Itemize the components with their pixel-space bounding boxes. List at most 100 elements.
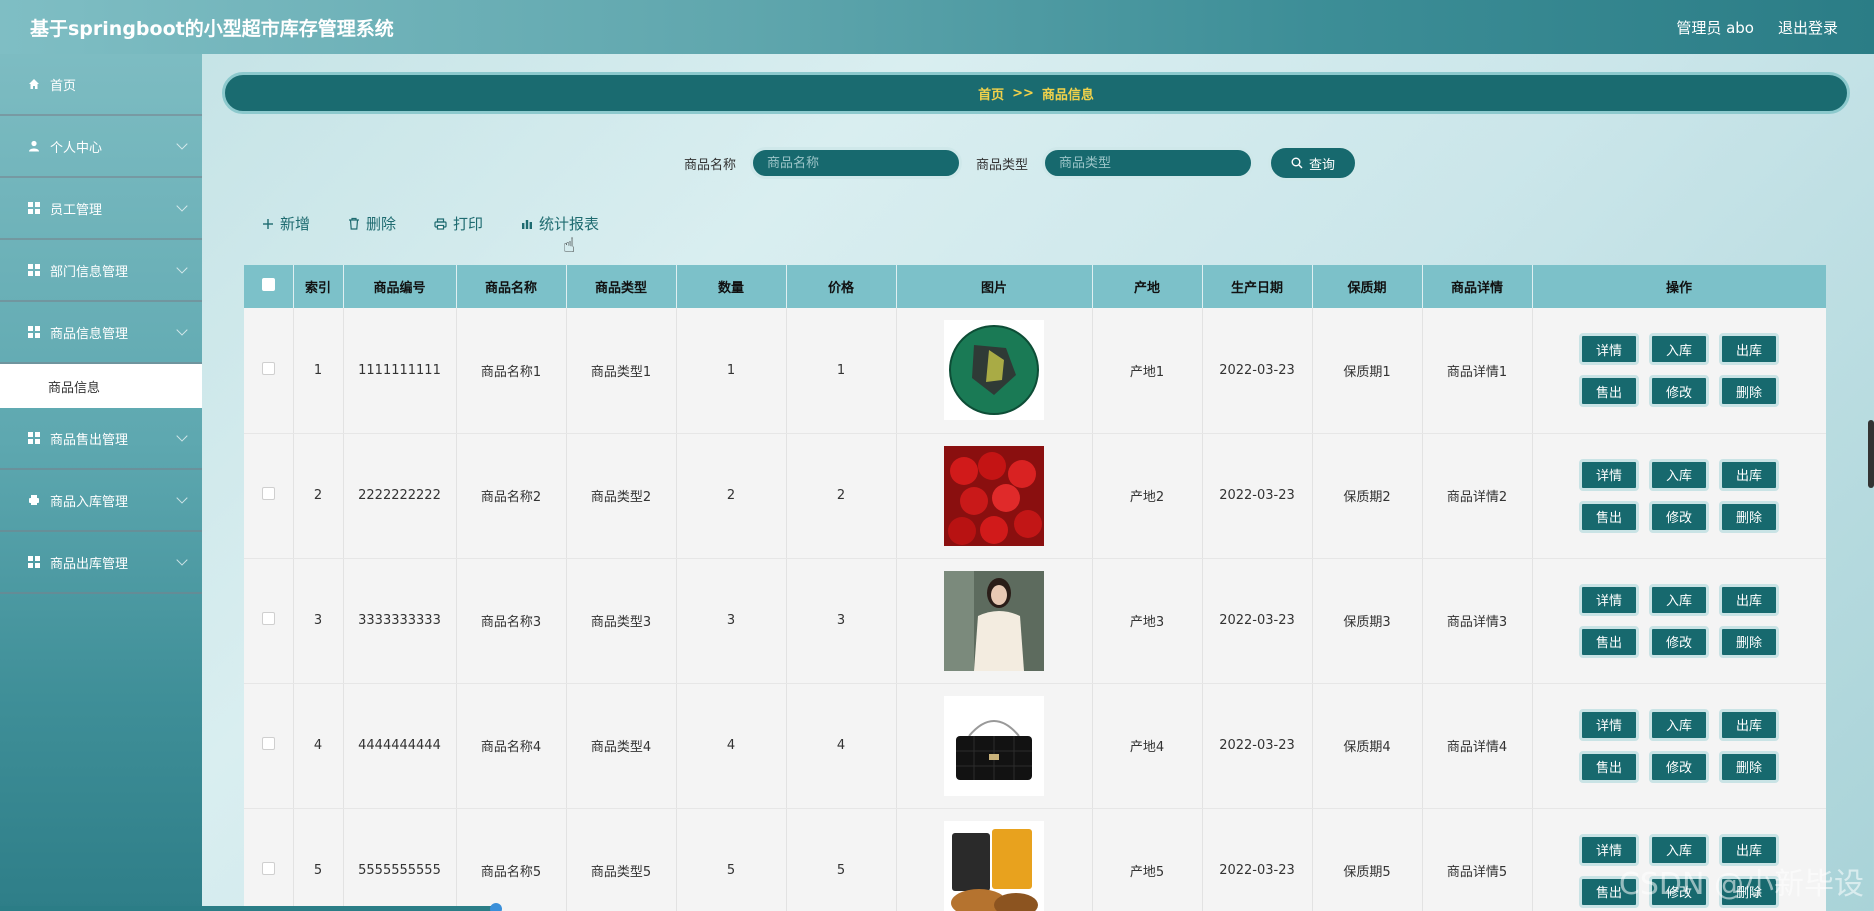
cell-origin: 产地5 (1092, 808, 1203, 911)
row-checkbox[interactable] (244, 808, 294, 911)
product-type-input[interactable] (1042, 147, 1255, 179)
detail-button[interactable]: 详情 (1579, 708, 1639, 741)
sidebar-item-personal-center[interactable]: 个人中心 (0, 116, 202, 178)
sell-button[interactable]: 售出 (1579, 375, 1639, 408)
row-checkbox[interactable] (244, 308, 294, 434)
detail-button[interactable]: 详情 (1579, 333, 1639, 366)
stock-out-button[interactable]: 出库 (1719, 583, 1779, 616)
sidebar-item-employee[interactable]: 员工管理 (0, 178, 202, 240)
chevron-down-icon (176, 262, 188, 274)
cell-price: 2 (786, 433, 897, 559)
sidebar-item-product-info[interactable]: 商品信息管理 (0, 302, 202, 364)
cell-date: 2022-03-23 (1202, 433, 1313, 559)
cell-index: 4 (293, 683, 344, 809)
table-header-row: 索引 商品编号 商品名称 商品类型 数量 价格 图片 产地 生产日期 保质期 商… (244, 265, 1826, 308)
sidebar-item-label: 部门信息管理 (50, 264, 129, 280)
cell-detail: 商品详情3 (1422, 558, 1533, 684)
cell-ops: 详情 入库 出库 售出 修改 删除 (1532, 308, 1826, 434)
sell-button[interactable]: 售出 (1579, 500, 1639, 533)
column-header: 图片 (896, 265, 1093, 308)
cell-price: 4 (786, 683, 897, 809)
column-header: 生产日期 (1202, 265, 1313, 308)
cell-qty: 4 (676, 683, 787, 809)
sidebar-item-label: 商品入库管理 (50, 494, 129, 510)
logout-link[interactable]: 退出登录 (1778, 17, 1838, 38)
app-title: 基于springboot的小型超市库存管理系统 (30, 17, 394, 40)
print-button[interactable]: 打印 (434, 213, 483, 234)
cell-date: 2022-03-23 (1202, 558, 1313, 684)
delete-button[interactable]: 删除 (348, 213, 396, 234)
bar-chart-icon (522, 219, 533, 229)
sidebar-subitem-product-info[interactable]: 商品信息 (0, 364, 202, 408)
horizontal-scrollbar[interactable] (0, 906, 500, 911)
stock-in-button[interactable]: 入库 (1649, 458, 1709, 491)
column-header: 价格 (786, 265, 897, 308)
cell-price: 5 (786, 808, 897, 911)
query-button[interactable]: 查询 (1268, 145, 1359, 181)
delete-row-button[interactable]: 删除 (1719, 500, 1779, 533)
edit-button[interactable]: 修改 (1649, 750, 1709, 783)
column-header: 商品编号 (343, 265, 457, 308)
stock-out-button[interactable]: 出库 (1719, 458, 1779, 491)
table-row: 3 3333333333 商品名称3 商品类型3 3 3 产地3 2022-03… (244, 558, 1826, 684)
cell-ops: 详情 入库 出库 售出 修改 删除 (1532, 683, 1826, 809)
row-checkbox[interactable] (244, 683, 294, 809)
sell-button[interactable]: 售出 (1579, 625, 1639, 658)
add-button[interactable]: 新增 (262, 213, 310, 234)
edit-button[interactable]: 修改 (1649, 375, 1709, 408)
sidebar-item-department[interactable]: 部门信息管理 (0, 240, 202, 302)
detail-button[interactable]: 详情 (1579, 458, 1639, 491)
sidebar: 首页 个人中心 员工管理 部门信息管理 商品信息管理 商品信息 商品售出管理 商… (0, 54, 202, 911)
sidebar-item-stock-out[interactable]: 商品出库管理 (0, 532, 202, 594)
row-checkbox[interactable] (244, 558, 294, 684)
trash-icon (349, 217, 360, 230)
stock-in-button[interactable]: 入库 (1649, 583, 1709, 616)
delete-row-button[interactable]: 删除 (1719, 625, 1779, 658)
header-user-area: 管理员 abo 退出登录 (1676, 17, 1838, 38)
vertical-scrollbar[interactable] (1868, 420, 1874, 488)
search-bar: 商品名称 商品类型 查询 (684, 145, 1359, 181)
action-toolbar: 新增 删除 打印 统计报表 (262, 213, 599, 234)
cell-qty: 3 (676, 558, 787, 684)
edit-button[interactable]: 修改 (1649, 500, 1709, 533)
cell-type: 商品类型1 (566, 308, 677, 434)
product-image-snacks (944, 820, 1044, 911)
delete-row-button[interactable]: 删除 (1719, 375, 1779, 408)
cell-qty: 5 (676, 808, 787, 911)
breadcrumb-home[interactable]: 首页 (978, 84, 1004, 103)
sidebar-item-home[interactable]: 首页 (0, 54, 202, 116)
cell-origin: 产地4 (1092, 683, 1203, 809)
cell-index: 5 (293, 808, 344, 911)
chevron-down-icon (176, 554, 188, 566)
cell-type: 商品类型3 (566, 558, 677, 684)
product-name-input[interactable] (750, 147, 963, 179)
stock-out-button[interactable]: 出库 (1719, 708, 1779, 741)
sidebar-item-sales[interactable]: 商品售出管理 (0, 408, 202, 470)
report-button[interactable]: 统计报表 (521, 213, 599, 234)
cell-detail: 商品详情1 (1422, 308, 1533, 434)
home-icon (26, 78, 42, 90)
table-row: 5 5555555555 商品名称5 商品类型5 5 5 产地5 2022-03… (244, 808, 1826, 911)
stock-in-button[interactable]: 入库 (1649, 708, 1709, 741)
detail-button[interactable]: 详情 (1579, 583, 1639, 616)
cell-code: 1111111111 (343, 308, 457, 434)
stock-in-button[interactable]: 入库 (1649, 333, 1709, 366)
edit-button[interactable]: 修改 (1649, 625, 1709, 658)
sell-button[interactable]: 售出 (1579, 750, 1639, 783)
admin-user-label[interactable]: 管理员 abo (1676, 17, 1754, 38)
row-checkbox[interactable] (244, 433, 294, 559)
scroll-handle[interactable] (490, 903, 502, 911)
product-image-football (944, 320, 1044, 421)
cell-ops: 详情 入库 出库 售出 修改 删除 (1532, 558, 1826, 684)
cell-index: 2 (293, 433, 344, 559)
column-header: 产地 (1092, 265, 1203, 308)
product-image-cherries (944, 445, 1044, 546)
delete-row-button[interactable]: 删除 (1719, 750, 1779, 783)
product-table: 索引 商品编号 商品名称 商品类型 数量 价格 图片 产地 生产日期 保质期 商… (244, 265, 1826, 911)
chevron-down-icon (176, 138, 188, 150)
product-image-blouse (944, 570, 1044, 671)
cell-origin: 产地2 (1092, 433, 1203, 559)
stock-out-button[interactable]: 出库 (1719, 333, 1779, 366)
sidebar-item-stock-in[interactable]: 商品入库管理 (0, 470, 202, 532)
select-all-checkbox[interactable] (244, 265, 294, 308)
